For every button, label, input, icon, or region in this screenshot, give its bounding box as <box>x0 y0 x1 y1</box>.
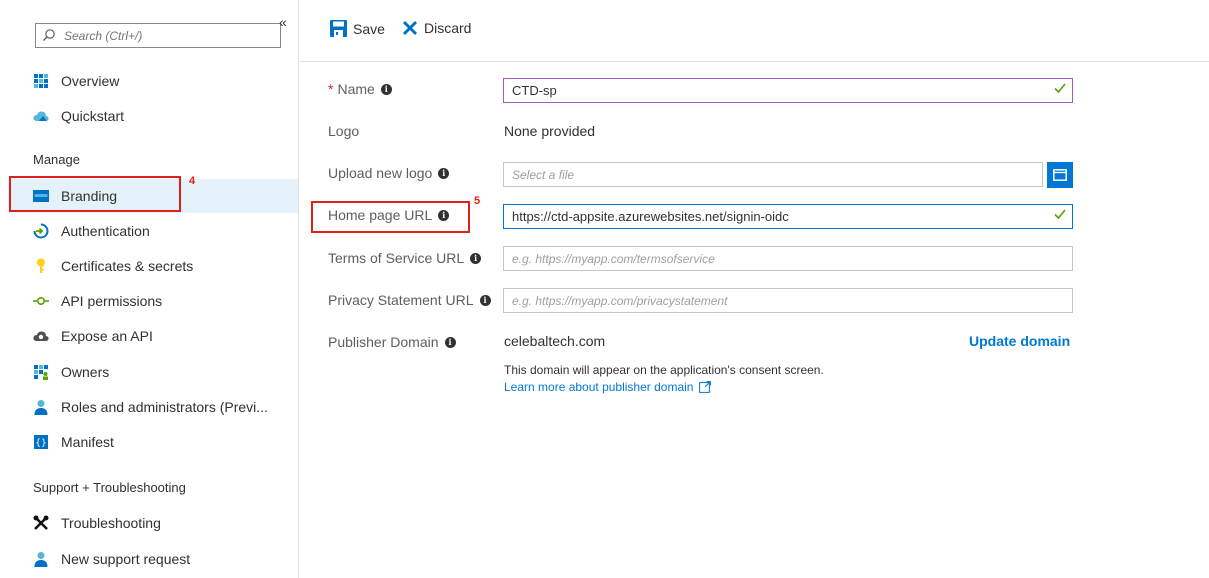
sidebar-item-owners[interactable]: Owners <box>8 355 298 389</box>
home-page-url-input[interactable] <box>512 209 1042 224</box>
info-icon[interactable]: i <box>444 336 456 348</box>
authentication-arrow-icon <box>33 223 49 239</box>
sidebar-item-label: Branding <box>61 188 118 204</box>
sidebar: « Overview Quickstart Manage Branding Au… <box>0 0 299 578</box>
folder-open-icon <box>1053 169 1067 181</box>
upload-logo-field[interactable] <box>503 162 1043 187</box>
sidebar-item-label: New support request <box>61 551 191 567</box>
info-icon[interactable]: i <box>479 294 491 306</box>
sidebar-item-expose-api[interactable]: Expose an API <box>8 319 298 353</box>
external-link-icon <box>699 381 712 393</box>
browse-file-button[interactable] <box>1047 162 1073 188</box>
sidebar-item-label: Authentication <box>61 223 150 239</box>
person-support-icon <box>33 551 49 567</box>
person-icon <box>33 399 49 415</box>
terms-url-field[interactable] <box>503 246 1073 271</box>
search-icon <box>42 28 58 44</box>
learn-more-text: Learn more about publisher domain <box>504 380 694 394</box>
overview-grid-icon <box>33 73 49 89</box>
annotation-marker-5: 5 <box>474 195 481 207</box>
publisher-domain-label-text: Publisher Domain <box>328 334 439 350</box>
sidebar-item-troubleshooting[interactable]: Troubleshooting <box>8 506 298 540</box>
api-arrow-icon <box>33 293 49 309</box>
sidebar-item-branding[interactable]: Branding <box>8 179 298 213</box>
manifest-braces-icon: {} <box>33 434 49 450</box>
save-label: Save <box>353 20 385 37</box>
home-page-url-label-text: Home page URL <box>328 207 433 223</box>
sidebar-item-overview[interactable]: Overview <box>8 64 298 98</box>
sidebar-item-label: API permissions <box>61 293 163 309</box>
publisher-domain-note: This domain will appear on the applicati… <box>504 363 824 377</box>
name-label-text: Name <box>337 81 375 97</box>
sidebar-item-quickstart[interactable]: Quickstart <box>8 99 298 133</box>
sidebar-item-certificates[interactable]: Certificates & secrets <box>8 249 298 283</box>
section-header-support: Support + Troubleshooting <box>33 480 186 495</box>
upload-logo-label-text: Upload new logo <box>328 165 433 181</box>
search-box[interactable] <box>35 23 281 48</box>
owners-grid-icon <box>33 364 49 380</box>
info-icon[interactable]: i <box>438 209 450 221</box>
learn-more-publisher-domain-link[interactable]: Learn more about publisher domain <box>504 380 712 394</box>
sidebar-item-label: Roles and administrators (Previ... <box>61 399 268 415</box>
sidebar-item-api-permissions[interactable]: API permissions <box>8 284 298 318</box>
home-page-url-field[interactable] <box>503 204 1073 229</box>
privacy-url-label: Privacy Statement URL i <box>328 292 491 308</box>
save-disk-icon <box>330 20 347 37</box>
terms-url-label-text: Terms of Service URL <box>328 250 465 266</box>
required-marker: * <box>328 81 334 97</box>
publisher-domain-value: celebaltech.com <box>504 333 606 349</box>
sidebar-item-new-support-request[interactable]: New support request <box>8 542 298 576</box>
update-domain-link[interactable]: Update domain <box>969 333 1070 349</box>
branding-card-icon <box>33 188 49 204</box>
discard-label: Discard <box>424 20 472 36</box>
sidebar-item-label: Owners <box>61 364 110 380</box>
home-page-url-label: Home page URL i <box>328 207 450 223</box>
privacy-url-field[interactable] <box>503 288 1073 313</box>
save-button[interactable]: Save <box>330 20 385 37</box>
publisher-domain-label: Publisher Domain i <box>328 334 456 350</box>
logo-label-text: Logo <box>328 123 360 139</box>
sidebar-item-label: Manifest <box>61 434 114 450</box>
info-icon[interactable]: i <box>470 252 482 264</box>
sidebar-item-manifest[interactable]: {} Manifest <box>8 425 298 459</box>
sidebar-item-label: Overview <box>61 73 120 89</box>
discard-x-icon <box>402 20 418 36</box>
logo-label: Logo <box>328 123 359 139</box>
privacy-url-label-text: Privacy Statement URL <box>328 292 474 308</box>
sidebar-item-label: Certificates & secrets <box>61 258 194 274</box>
sidebar-item-label: Expose an API <box>61 328 153 344</box>
discard-button[interactable]: Discard <box>402 20 471 36</box>
section-header-manage: Manage <box>33 152 80 167</box>
privacy-url-input[interactable] <box>512 293 1042 308</box>
name-input[interactable] <box>512 83 1042 98</box>
terms-url-label: Terms of Service URL i <box>328 250 482 266</box>
annotation-marker-4: 4 <box>189 175 196 187</box>
key-icon <box>33 258 49 274</box>
terms-url-input[interactable] <box>512 251 1042 266</box>
logo-value: None provided <box>504 123 596 139</box>
command-bar: Save Discard <box>300 0 1209 62</box>
sidebar-item-authentication[interactable]: Authentication <box>8 214 298 248</box>
valid-check-icon <box>1054 82 1066 97</box>
collapse-sidebar-button[interactable]: « <box>279 14 287 30</box>
info-icon[interactable]: i <box>438 167 450 179</box>
name-label: * Name i <box>328 81 392 97</box>
search-input[interactable] <box>64 28 264 43</box>
sidebar-item-label: Troubleshooting <box>61 515 161 531</box>
cloud-gear-icon <box>33 328 49 344</box>
sidebar-item-roles-admins[interactable]: Roles and administrators (Previ... <box>8 390 298 424</box>
info-icon[interactable]: i <box>380 83 392 95</box>
wrench-icon <box>33 515 49 531</box>
sidebar-item-label: Quickstart <box>61 108 125 124</box>
upload-logo-input[interactable] <box>512 167 1012 182</box>
valid-check-icon <box>1054 208 1066 223</box>
svg-text:{}: {} <box>35 439 46 449</box>
cloud-icon <box>33 108 49 124</box>
name-field[interactable] <box>503 78 1073 103</box>
upload-logo-label: Upload new logo i <box>328 165 450 181</box>
